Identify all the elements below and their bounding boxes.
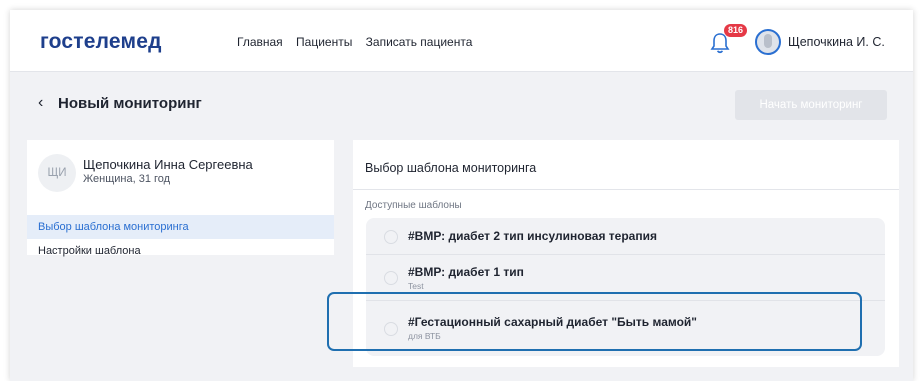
template-title: #Гестационный сахарный диабет "Быть мамо… xyxy=(408,315,697,329)
template-subtitle: для ВТБ xyxy=(408,331,441,341)
template-subtitle: Test xyxy=(408,281,424,291)
top-bar: гостелемед Главная Пациенты Записать пац… xyxy=(10,10,913,72)
user-menu[interactable]: Щепочкина И. С. xyxy=(788,35,885,49)
logo[interactable]: гостелемед xyxy=(40,30,162,54)
template-list: #ВМР: диабет 2 тип инсулиновая терапия #… xyxy=(366,218,885,356)
chevron-left-icon[interactable]: ‹ xyxy=(38,94,43,112)
patient-avatar: ЩИ xyxy=(38,154,76,192)
divider xyxy=(353,189,899,190)
nav-home[interactable]: Главная xyxy=(237,35,283,49)
patient-name: Щепочкина Инна Сергеевна xyxy=(83,157,253,172)
sidebar-item-template-settings[interactable]: Настройки шаблона xyxy=(27,239,334,263)
radio-button[interactable] xyxy=(384,230,398,244)
template-item[interactable]: #Гестационный сахарный диабет "Быть мамо… xyxy=(366,301,885,356)
template-title: #ВМР: диабет 2 тип инсулиновая терапия xyxy=(408,229,657,243)
template-panel: Выбор шаблона мониторинга Доступные шабл… xyxy=(353,140,899,367)
start-monitoring-button[interactable]: Начать мониторинг xyxy=(735,90,887,120)
radio-button[interactable] xyxy=(384,322,398,336)
patient-card: ЩИ Щепочкина Инна Сергеевна Женщина, 31 … xyxy=(27,140,334,257)
nav-book-patient[interactable]: Записать пациента xyxy=(366,35,473,49)
app-window: гостелемед Главная Пациенты Записать пац… xyxy=(10,10,913,381)
nav-patients[interactable]: Пациенты xyxy=(296,35,352,49)
notification-badge: 816 xyxy=(724,24,748,37)
section-label: Доступные шаблоны xyxy=(365,200,462,211)
template-item[interactable]: #ВМР: диабет 1 тип Test xyxy=(366,255,885,300)
radio-button[interactable] xyxy=(384,271,398,285)
main-nav: Главная Пациенты Записать пациента xyxy=(237,35,482,49)
panel-title: Выбор шаблона мониторинга xyxy=(365,161,537,175)
patient-details: Женщина, 31 год xyxy=(83,173,171,185)
sidebar-item-template-choice[interactable]: Выбор шаблона мониторинга xyxy=(27,215,334,239)
template-item[interactable]: #ВМР: диабет 2 тип инсулиновая терапия xyxy=(366,218,885,254)
page-title: Новый мониторинг xyxy=(58,95,202,112)
user-avatar[interactable] xyxy=(755,29,781,55)
template-title: #ВМР: диабет 1 тип xyxy=(408,265,524,279)
